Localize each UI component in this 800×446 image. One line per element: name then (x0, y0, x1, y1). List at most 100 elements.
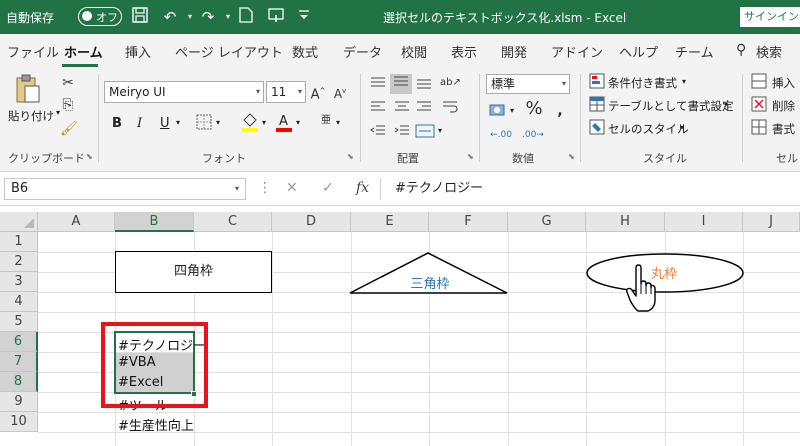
tab-home[interactable]: ホーム (64, 42, 103, 61)
customize-qat-icon[interactable] (294, 7, 314, 27)
align-bottom-icon[interactable] (414, 76, 434, 95)
signin-button[interactable]: サインイン (740, 7, 800, 27)
phonetic-guide-icon[interactable]: 亜 (316, 112, 336, 130)
percent-style-icon[interactable]: % (524, 100, 544, 118)
column-header-g[interactable]: G (508, 212, 586, 232)
paste-button[interactable]: 貼り付け (8, 108, 54, 124)
paste-icon[interactable] (14, 74, 42, 104)
delete-cells-icon[interactable] (750, 96, 768, 117)
cut-icon[interactable]: ✂ (60, 74, 76, 92)
italic-button[interactable]: I (137, 116, 142, 131)
font-color-dropdown-icon[interactable]: ▾ (296, 118, 300, 127)
column-header-f[interactable]: F (429, 212, 508, 232)
borders-dropdown-icon[interactable]: ▾ (216, 118, 220, 127)
name-box[interactable]: B6 ▾ (4, 178, 246, 200)
tab-review[interactable]: 校閲 (401, 42, 427, 61)
redo-icon[interactable]: ↷ (198, 7, 218, 27)
cell-styles-icon[interactable] (588, 119, 606, 140)
file-icon[interactable] (236, 7, 256, 27)
row-header-8[interactable]: 8 (0, 372, 38, 392)
font-color-icon[interactable]: A (274, 112, 294, 137)
row-header-5[interactable]: 5 (0, 312, 38, 332)
number-format-combo[interactable]: 標準 ▾ (486, 74, 570, 94)
tab-page-layout[interactable]: ページ レイアウト (175, 42, 283, 61)
confirm-entry-icon[interactable]: ✓ (322, 180, 334, 196)
formula-input[interactable]: #テクノロジー (380, 178, 798, 200)
insert-cells-icon[interactable] (750, 73, 768, 94)
row-header-2[interactable]: 2 (0, 252, 38, 272)
decrease-font-size-icon[interactable]: Av (332, 82, 348, 103)
merge-center-icon[interactable] (414, 124, 436, 143)
undo-icon[interactable]: ↶ (160, 7, 180, 27)
tab-view[interactable]: 表示 (451, 42, 477, 61)
format-as-table-button[interactable]: テーブルとして書式設定 (608, 98, 733, 114)
column-header-d[interactable]: D (272, 212, 351, 232)
autosave-toggle[interactable]: オフ (78, 7, 122, 26)
format-as-table-dropdown-icon[interactable]: ▾ (724, 100, 728, 109)
column-header-i[interactable]: I (665, 212, 743, 232)
insert-function-icon[interactable]: fx (356, 180, 369, 196)
rectangle-shape[interactable]: 四角枠 (115, 251, 272, 293)
accounting-format-icon[interactable] (488, 102, 508, 123)
conditional-formatting-dropdown-icon[interactable]: ▾ (682, 77, 686, 86)
row-header-3[interactable]: 3 (0, 272, 38, 292)
font-dialog-launcher-icon[interactable]: ⬊ (347, 152, 354, 161)
cell-b10[interactable]: #生産性向上 (118, 415, 194, 434)
delete-cells-button[interactable]: 削除 (772, 98, 795, 114)
more-options-icon[interactable]: ⋮ (258, 180, 272, 196)
align-middle-icon[interactable] (390, 74, 412, 94)
tab-addins[interactable]: アドイン (551, 42, 603, 61)
bold-button[interactable]: B (112, 116, 122, 131)
select-all-corner[interactable] (0, 212, 38, 232)
cancel-entry-icon[interactable]: ✕ (286, 180, 298, 196)
cell-styles-dropdown-icon[interactable]: ▾ (680, 123, 684, 132)
touch-mode-icon[interactable] (266, 7, 286, 27)
column-header-h[interactable]: H (586, 212, 665, 232)
align-left-icon[interactable] (368, 100, 388, 119)
decrease-indent-icon[interactable] (368, 124, 388, 143)
row-header-10[interactable]: 10 (0, 412, 38, 432)
save-icon[interactable] (130, 7, 150, 27)
conditional-formatting-icon[interactable] (588, 73, 606, 94)
format-as-table-icon[interactable] (588, 96, 606, 117)
accounting-dropdown-icon[interactable]: ▾ (510, 106, 514, 115)
column-header-a[interactable]: A (38, 212, 115, 232)
column-header-b[interactable]: B (115, 212, 194, 232)
format-cells-button[interactable]: 書式 (772, 121, 795, 137)
redo-dropdown-icon[interactable]: ▾ (218, 7, 238, 27)
tab-file[interactable]: ファイル (7, 42, 59, 61)
font-size-combo[interactable]: 11 ▾ (266, 81, 306, 103)
tab-insert[interactable]: 挿入 (125, 42, 151, 61)
increase-indent-icon[interactable] (392, 124, 412, 143)
fill-color-icon[interactable] (240, 112, 260, 137)
borders-icon[interactable] (195, 114, 213, 135)
comma-style-icon[interactable]: , (550, 102, 570, 120)
row-header-4[interactable]: 4 (0, 292, 38, 312)
format-cells-icon[interactable] (750, 119, 768, 140)
tab-search[interactable]: 検索 (756, 42, 782, 61)
clipboard-dialog-launcher-icon[interactable]: ⬊ (86, 152, 93, 161)
decrease-decimal-icon[interactable]: .00→ (520, 126, 546, 144)
tab-help[interactable]: ヘルプ (619, 42, 658, 61)
cell-styles-button[interactable]: セルのスタイル (608, 121, 689, 137)
number-dialog-launcher-icon[interactable]: ⬊ (568, 152, 575, 161)
merge-dropdown-icon[interactable]: ▾ (438, 126, 442, 135)
underline-dropdown-icon[interactable]: ▾ (176, 118, 180, 127)
tab-formulas[interactable]: 数式 (292, 42, 318, 61)
column-header-e[interactable]: E (351, 212, 429, 232)
tab-team[interactable]: チーム (675, 42, 714, 61)
fill-color-dropdown-icon[interactable]: ▾ (262, 118, 266, 127)
insert-cells-button[interactable]: 挿入 (772, 75, 795, 91)
align-center-icon[interactable] (392, 100, 412, 119)
tab-developer[interactable]: 開発 (501, 42, 527, 61)
align-right-icon[interactable] (414, 100, 434, 119)
row-header-6[interactable]: 6 (0, 332, 38, 352)
phonetic-dropdown-icon[interactable]: ▾ (336, 118, 340, 127)
search-icon[interactable]: ⚲ (736, 42, 746, 58)
row-header-1[interactable]: 1 (0, 232, 38, 252)
alignment-dialog-launcher-icon[interactable]: ⬊ (467, 152, 474, 161)
font-name-combo[interactable]: Meiryo UI ▾ (104, 81, 264, 103)
increase-font-size-icon[interactable]: A^ (310, 82, 326, 104)
row-header-9[interactable]: 9 (0, 392, 38, 412)
conditional-formatting-button[interactable]: 条件付き書式 (608, 75, 677, 91)
